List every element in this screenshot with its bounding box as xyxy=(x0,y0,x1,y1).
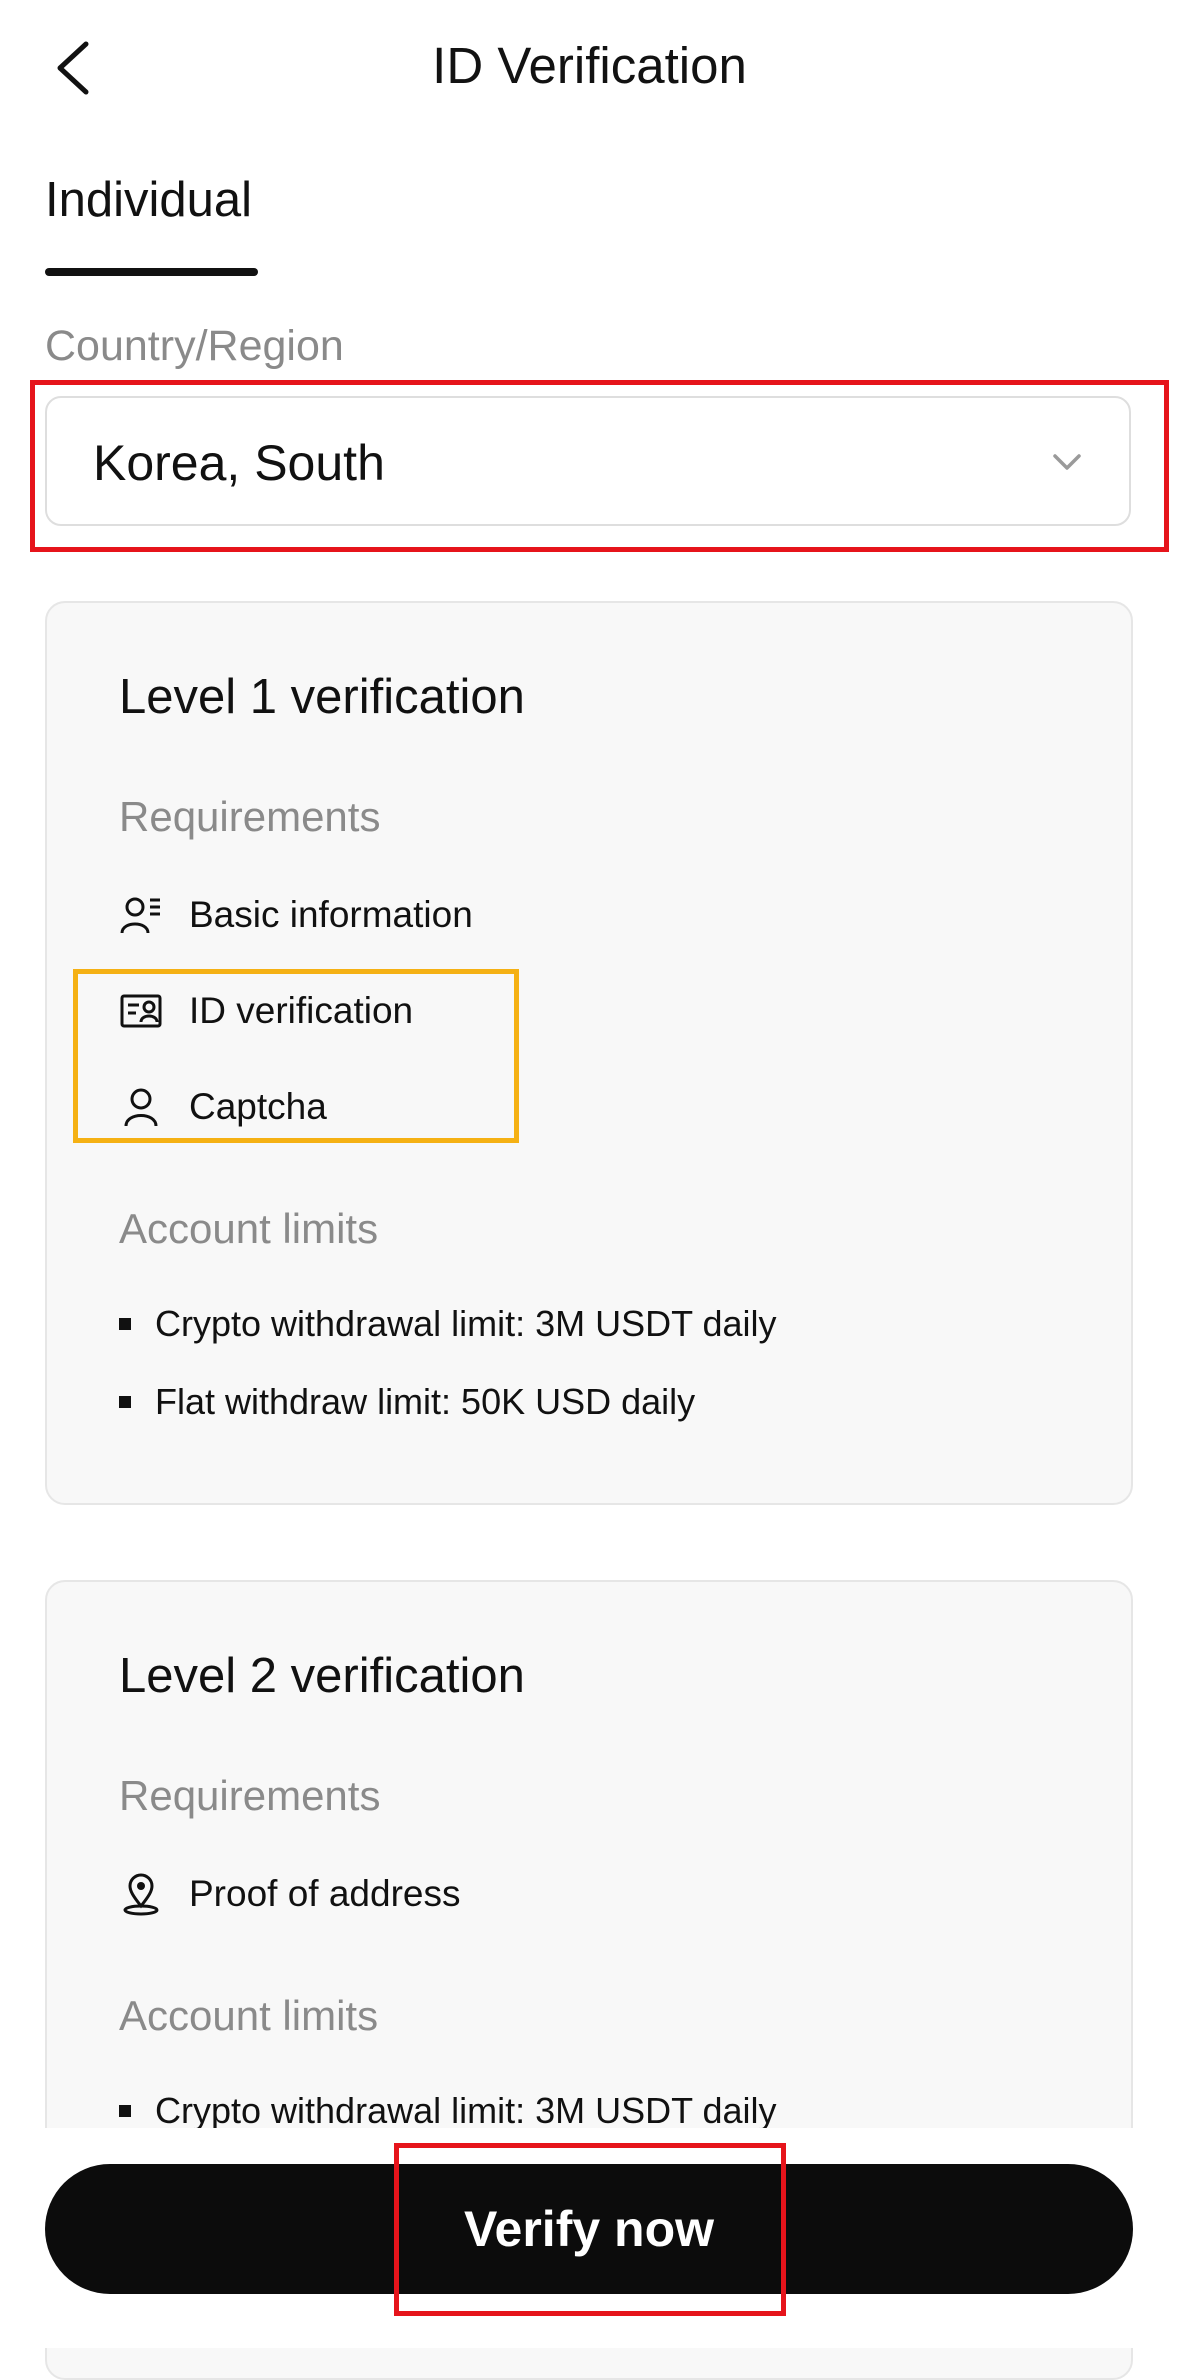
country-region-select[interactable]: Korea, South xyxy=(45,396,1131,526)
level-1-limits-label: Account limits xyxy=(119,1205,379,1252)
person-icon xyxy=(119,1085,163,1129)
header: ID Verification xyxy=(0,0,1179,140)
tab-individual[interactable]: Individual xyxy=(45,172,252,228)
requirement-captcha: Captcha xyxy=(119,1077,327,1137)
page-title: ID Verification xyxy=(432,37,747,94)
requirement-proof-of-address: Proof of address xyxy=(119,1864,460,1924)
requirement-label: Proof of address xyxy=(189,1873,461,1914)
country-region-value: Korea, South xyxy=(93,435,385,491)
level-1-card: Level 1 verification Requirements Basic … xyxy=(45,601,1133,1505)
limit-item: Crypto withdrawal limit: 3M USDT daily xyxy=(119,1303,777,1345)
basic-info-icon xyxy=(119,893,163,937)
bullet-icon xyxy=(119,1318,131,1330)
requirement-id-verification: ID verification xyxy=(119,981,413,1041)
limit-text: Crypto withdrawal limit: 3M USDT daily xyxy=(155,2090,777,2131)
requirement-label: Basic information xyxy=(189,894,473,935)
requirement-label: ID verification xyxy=(189,990,414,1031)
requirement-basic-information: Basic information xyxy=(119,885,473,945)
limit-item: Crypto withdrawal limit: 3M USDT daily xyxy=(119,2090,777,2132)
bullet-icon xyxy=(119,1396,131,1408)
level-2-title: Level 2 verification xyxy=(119,1649,525,1703)
limit-text: Crypto withdrawal limit: 3M USDT daily xyxy=(155,1303,777,1344)
chevron-down-icon xyxy=(1053,454,1081,470)
level-2-limits-label: Account limits xyxy=(119,1992,379,2039)
level-2-requirements-label: Requirements xyxy=(119,1772,381,1819)
country-region-label: Country/Region xyxy=(45,322,344,370)
tab-active-indicator xyxy=(45,268,258,276)
requirement-label: Captcha xyxy=(189,1086,327,1127)
bullet-icon xyxy=(119,2105,131,2117)
limit-text: Flat withdraw limit: 50K USD daily xyxy=(155,1381,696,1422)
verify-now-button[interactable]: Verify now xyxy=(45,2164,1133,2294)
level-1-requirements-label: Requirements xyxy=(119,793,381,840)
id-card-icon xyxy=(119,989,163,1033)
location-pin-icon xyxy=(119,1872,163,1916)
level-1-title: Level 1 verification xyxy=(119,670,525,724)
limit-item: Flat withdraw limit: 50K USD daily xyxy=(119,1381,695,1423)
